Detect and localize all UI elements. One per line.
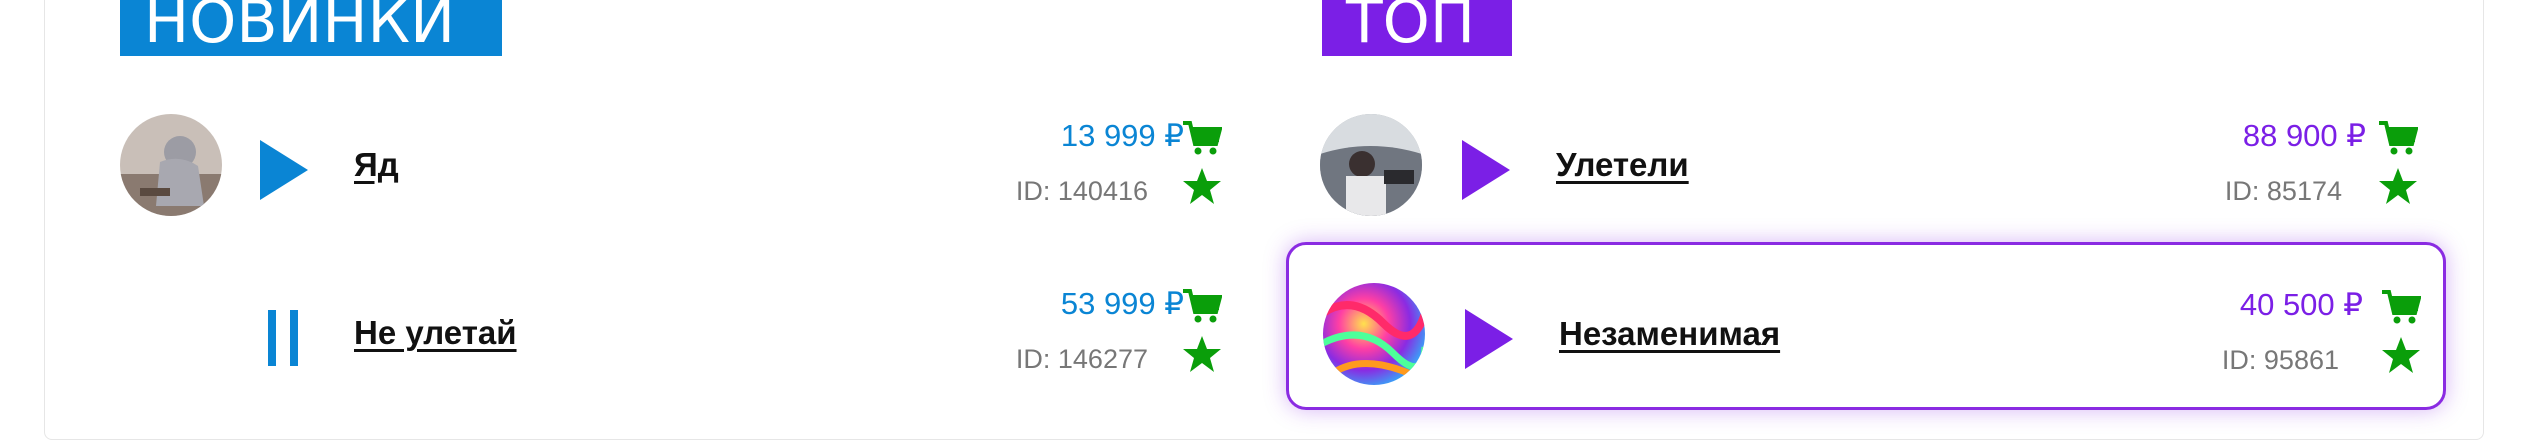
track-title[interactable]: Не улетай bbox=[354, 314, 517, 352]
track-row[interactable]: Яд 13 999 ₽ ID: 140416 bbox=[100, 86, 1240, 254]
track-row[interactable]: Улетели 88 900 ₽ ID: 85174 bbox=[1286, 86, 2446, 254]
section-heading-new: НОВИНКИ bbox=[120, 0, 502, 56]
cart-icon[interactable] bbox=[1182, 120, 1222, 156]
track-price: 40 500 ₽ bbox=[2239, 287, 2363, 322]
track-cover-image bbox=[1323, 283, 1425, 385]
track-id: ID: 85174 bbox=[2224, 176, 2342, 206]
track-id: ID: 95861 bbox=[2221, 345, 2339, 375]
sound-wave-icon bbox=[120, 282, 222, 384]
track-id: ID: 140416 bbox=[1015, 176, 1148, 206]
track-row[interactable]: Не улетай 53 999 ₽ ID: 146277 bbox=[100, 254, 1240, 422]
track-cover-image bbox=[120, 114, 222, 216]
track-row-active[interactable]: Незаменимая 40 500 ₽ ID: 95861 bbox=[1286, 242, 2446, 410]
play-icon[interactable] bbox=[1465, 309, 1513, 369]
cart-icon[interactable] bbox=[2378, 120, 2418, 156]
track-id: ID: 146277 bbox=[1015, 344, 1148, 374]
star-icon[interactable] bbox=[2381, 335, 2421, 375]
star-icon[interactable] bbox=[1182, 166, 1222, 206]
track-price: 88 900 ₽ bbox=[2242, 118, 2366, 153]
track-title[interactable]: Яд bbox=[354, 146, 399, 184]
track-price: 53 999 ₽ bbox=[1060, 286, 1184, 321]
track-title[interactable]: Незаменимая bbox=[1559, 315, 1780, 353]
star-icon[interactable] bbox=[2378, 166, 2418, 206]
track-price: 13 999 ₽ bbox=[1060, 118, 1184, 153]
star-icon[interactable] bbox=[1182, 334, 1222, 374]
play-icon[interactable] bbox=[260, 140, 308, 200]
track-title[interactable]: Улетели bbox=[1556, 146, 1689, 184]
section-heading-top: ТОП bbox=[1322, 0, 1512, 56]
cart-icon[interactable] bbox=[1182, 288, 1222, 324]
play-icon[interactable] bbox=[1462, 140, 1510, 200]
cart-icon[interactable] bbox=[2381, 289, 2421, 325]
pause-icon[interactable] bbox=[266, 310, 300, 366]
track-cover-image bbox=[1320, 114, 1422, 216]
